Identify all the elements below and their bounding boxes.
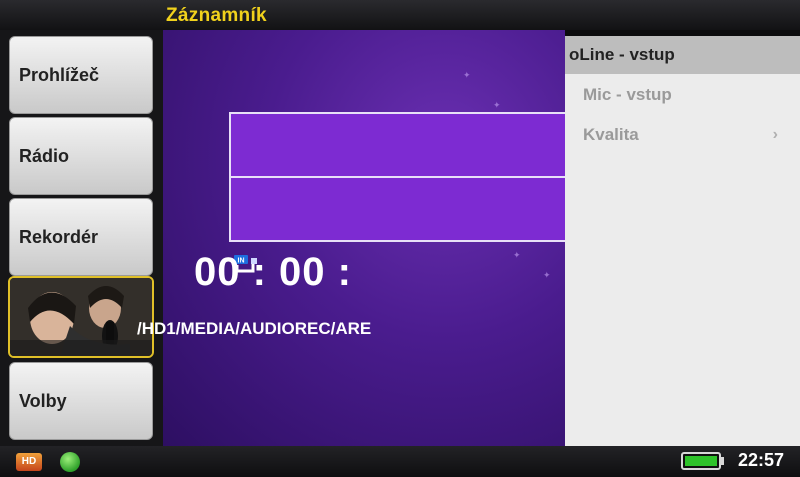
sidebar-item-label: Prohlížeč — [19, 64, 100, 85]
menu-item-mic-input[interactable]: Mic - vstup — [565, 76, 800, 114]
top-bar: Záznamník — [0, 0, 800, 30]
background-sparkle: ✦ — [493, 100, 501, 110]
sidebar-item-label: Rekordér — [19, 226, 99, 247]
menu-item-label: Line - vstup — [579, 45, 675, 64]
background-sparkle: ✦ — [463, 70, 471, 80]
recording-singer-photo — [10, 278, 152, 356]
recording-timer: 00 : 00 : — [194, 250, 352, 294]
sidebar-item-volby[interactable]: Volby — [9, 362, 153, 440]
sidebar-item-radio[interactable]: Rádio — [9, 117, 153, 195]
level-meter-divider — [231, 176, 565, 178]
status-bar — [0, 446, 800, 477]
input-menu: o Line - vstup Mic - vstup Kvalita › — [565, 36, 800, 446]
recording-path: /HD1/MEDIA/AUDIOREC/ARE — [137, 319, 372, 338]
menu-item-line-input[interactable]: o Line - vstup — [565, 36, 800, 74]
sidebar-item-label: Rádio — [19, 145, 70, 166]
battery-level — [685, 456, 717, 466]
battery-icon — [681, 452, 721, 470]
battery-tip — [721, 457, 724, 465]
hd-icon: HD — [16, 453, 42, 471]
sidebar-item-label: Volby — [19, 390, 67, 411]
selected-marker: o — [569, 45, 580, 64]
background-sparkle: ✦ — [543, 270, 551, 280]
level-meter — [229, 112, 565, 242]
sidebar-item-rekorder[interactable]: Rekordér — [9, 198, 153, 276]
sidebar-item-thumbnail[interactable] — [8, 276, 154, 358]
status-indicator-icon — [60, 452, 80, 472]
app-title: Záznamník — [166, 5, 267, 26]
clock: 22:57 — [738, 450, 785, 470]
menu-item-label: Mic - vstup — [583, 85, 672, 104]
recorder-view: ✦ ✦ ✦ ✦ ✦ IN — [163, 30, 565, 446]
background-sparkle: ✦ — [513, 250, 521, 260]
chevron-right-icon: › — [772, 126, 778, 143]
sidebar-item-prohlizec[interactable]: Prohlížeč — [9, 36, 153, 114]
menu-item-quality[interactable]: Kvalita › — [565, 116, 800, 154]
menu-item-label: Kvalita — [583, 125, 639, 144]
